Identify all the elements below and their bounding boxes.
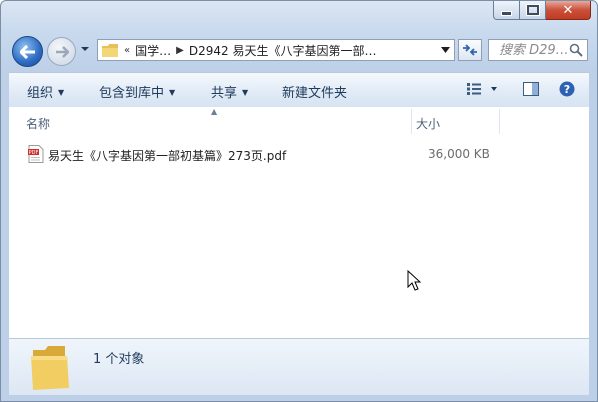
column-size-header[interactable]: 大小 — [416, 115, 440, 132]
navigation-bar: « 国学… ▶ D2942 易天生《八字基因第一部… — [1, 34, 597, 68]
pdf-file-icon: PDF — [28, 145, 44, 163]
chevron-down-icon: ▼ — [169, 88, 176, 97]
breadcrumb-item[interactable]: D2942 易天生《八字基因第一部… — [189, 42, 377, 59]
chevron-down-icon: ▼ — [58, 88, 65, 97]
chevron-down-icon: ▼ — [242, 88, 249, 97]
minimize-button[interactable] — [493, 1, 520, 20]
recent-pages-dropdown[interactable] — [80, 44, 90, 54]
folder-icon — [102, 43, 118, 57]
search-box[interactable] — [488, 39, 588, 61]
organize-menu[interactable]: 组织 ▼ — [27, 82, 64, 101]
address-bar[interactable]: « 国学… ▶ D2942 易天生《八字基因第一部… — [97, 39, 455, 61]
svg-text:?: ? — [564, 83, 570, 96]
column-name-header[interactable]: 名称 — [26, 115, 50, 132]
share-label: 共享 — [211, 86, 238, 101]
file-name[interactable]: 易天生《八字基因第一部初基篇》273页.pdf — [48, 147, 286, 164]
svg-text:PDF: PDF — [29, 150, 39, 156]
include-in-library-menu[interactable]: 包含到库中 ▼ — [99, 82, 175, 101]
refresh-button[interactable] — [458, 39, 482, 61]
file-size: 36,000 KB — [428, 147, 490, 161]
new-folder-button[interactable]: 新建文件夹 — [282, 82, 347, 101]
search-icon[interactable] — [569, 43, 583, 57]
refresh-icon — [463, 44, 477, 56]
back-arrow-icon — [19, 44, 35, 59]
close-button[interactable]: ✕ — [546, 1, 591, 20]
organize-label: 组织 — [27, 86, 54, 101]
share-menu[interactable]: 共享 ▼ — [211, 82, 248, 101]
include-in-library-label: 包含到库中 — [99, 86, 165, 101]
column-divider[interactable] — [411, 109, 412, 134]
minimize-icon — [501, 10, 512, 16]
details-pane: 1 个对象 — [9, 338, 589, 395]
new-folder-label: 新建文件夹 — [282, 86, 348, 101]
explorer-window: ✕ « 国学… ▶ D2942 易天生《八字基因第一部… 搜索 D29… 组织 … — [0, 0, 598, 402]
help-button[interactable]: ? — [559, 81, 575, 101]
address-dropdown-icon[interactable] — [441, 46, 450, 54]
close-icon: ✕ — [562, 2, 574, 18]
back-button[interactable] — [12, 36, 43, 67]
file-list[interactable]: ▲ 名称 大小 PDF 易天生《八字基因第一部初基篇》273页.pdf 36,0… — [9, 107, 589, 338]
mouse-cursor-icon — [407, 270, 421, 291]
view-options-button[interactable] — [467, 83, 497, 99]
caption-buttons: ✕ — [493, 1, 591, 21]
search-input[interactable] — [497, 41, 571, 59]
preview-pane-icon — [523, 82, 539, 96]
breadcrumb-separator-icon[interactable]: ▶ — [176, 45, 184, 56]
help-icon: ? — [559, 81, 575, 97]
breadcrumb-item[interactable]: 国学… — [135, 42, 171, 59]
maximize-button[interactable] — [520, 1, 546, 20]
item-count: 1 个对象 — [93, 352, 145, 367]
view-options-icon — [467, 83, 497, 95]
forward-button[interactable] — [47, 37, 76, 66]
preview-pane-button[interactable] — [523, 82, 539, 100]
folder-icon — [31, 346, 69, 390]
column-divider[interactable] — [499, 109, 500, 134]
breadcrumb-overflow[interactable]: « — [124, 45, 130, 56]
column-header: ▲ 名称 大小 — [9, 107, 589, 134]
maximize-icon — [525, 4, 540, 16]
forward-arrow-icon — [55, 45, 69, 58]
command-bar: 组织 ▼ 包含到库中 ▼ 共享 ▼ 新建文件夹 ? — [9, 72, 589, 108]
sort-ascending-icon: ▲ — [211, 107, 218, 116]
file-row[interactable]: PDF 易天生《八字基因第一部初基篇》273页.pdf 36,000 KB — [26, 144, 506, 164]
